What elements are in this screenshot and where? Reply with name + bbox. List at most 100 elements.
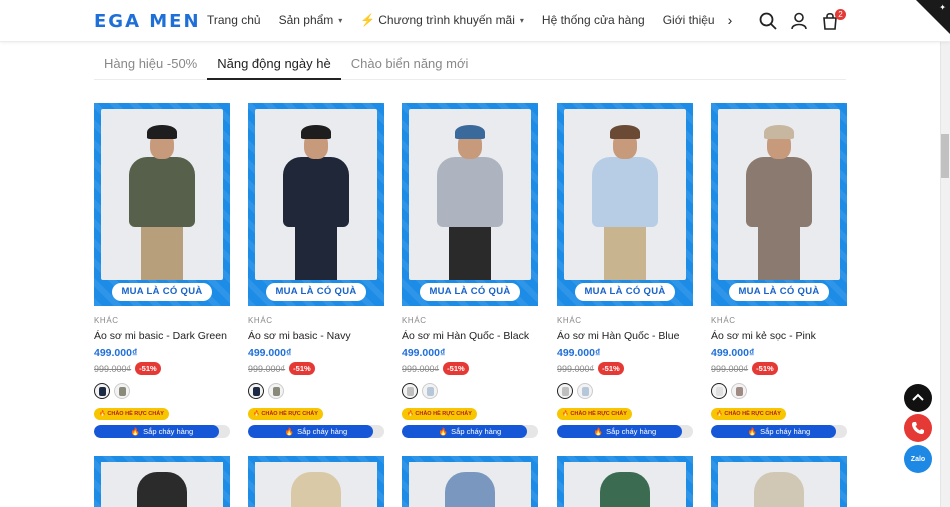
collection-tabs: Hàng hiệu -50% Năng động ngày hè Chào biển… xyxy=(94,42,846,80)
product-figure-shirt xyxy=(437,157,503,227)
product-card[interactable]: MUA LÀ CÓ QUÀ KHÁC Áo sơ mi Hàn Quốc - Blu… xyxy=(557,103,693,438)
tab[interactable]: Năng động ngày hè xyxy=(207,42,341,80)
product-photo xyxy=(255,109,377,280)
brand-logo[interactable]: EGA MEN xyxy=(94,11,201,32)
product-figure-legs xyxy=(758,223,800,280)
phone-button[interactable] xyxy=(904,414,932,442)
color-swatch[interactable] xyxy=(94,383,110,399)
stock-progress-label: 🔥 Sắp cháy hàng xyxy=(248,425,384,438)
scrollbar-thumb[interactable] xyxy=(941,134,949,178)
summer-sale-badge: 🔥 CHÀO HÈ RỰC CHÁY xyxy=(94,408,169,420)
product-figure-shirt xyxy=(283,157,349,227)
product-card[interactable]: MUA LÀ CÓ QUÀ KHÁC Áo sơ mi Hàn Quốc - Bla… xyxy=(402,103,538,438)
stock-progress-bar: 🔥 Sắp cháy hàng xyxy=(94,425,230,438)
search-icon[interactable] xyxy=(758,11,778,31)
color-swatch[interactable] xyxy=(248,383,264,399)
swatch-shirt-icon xyxy=(253,387,260,396)
color-swatch[interactable] xyxy=(114,383,130,399)
nav-item-label: Chương trình khuyến mãi xyxy=(378,13,515,27)
stock-status-text: Sắp cháy hàng xyxy=(143,427,194,436)
product-price: 499.000₫ xyxy=(557,347,601,359)
product-image[interactable]: MUA LÀ CÓ QUÀ xyxy=(402,103,538,306)
nav-next-arrow[interactable]: › xyxy=(720,11,740,31)
product-name[interactable]: Áo sơ mi basic - Navy xyxy=(248,330,384,342)
nav-item[interactable]: Hệ thống cửa hàng xyxy=(542,13,645,27)
phone-icon xyxy=(912,422,924,434)
main-nav: Trang chủ Sản phẩm ▾ ⚡ Chương trình khuyến m… xyxy=(207,13,733,27)
product-photo xyxy=(718,109,840,280)
stock-progress-bar: 🔥 Sắp cháy hàng xyxy=(711,425,847,438)
product-card[interactable] xyxy=(402,456,538,507)
product-price: 499.000₫ xyxy=(94,347,138,359)
scroll-top-button[interactable] xyxy=(904,384,932,412)
price-compare-row: 999.000₫ -51% xyxy=(711,362,847,375)
chevron-down-icon: ▾ xyxy=(338,15,343,25)
swatch-shirt-icon xyxy=(407,387,414,396)
product-image[interactable]: MUA LÀ CÓ QUÀ xyxy=(94,103,230,306)
product-figure-legs xyxy=(604,223,646,280)
product-card[interactable]: MUA LÀ CÓ QUÀ KHÁC Áo sơ mi basic - Dark G… xyxy=(94,103,230,438)
product-name[interactable]: Áo sơ mi Hàn Quốc - Black xyxy=(402,330,538,342)
nav-item[interactable]: Trang chủ xyxy=(207,13,261,27)
stock-progress-bar: 🔥 Sắp cháy hàng xyxy=(557,425,693,438)
user-icon[interactable] xyxy=(789,11,809,31)
product-old-price: 999.000₫ xyxy=(94,363,132,374)
discount-badge: -51% xyxy=(598,362,624,375)
tab[interactable]: Chào biển năng mới xyxy=(341,42,479,80)
price-compare-row: 999.000₫ -51% xyxy=(94,362,230,375)
color-swatches xyxy=(711,383,847,399)
product-photo xyxy=(101,109,223,280)
promo-label: MUA LÀ CÓ QUÀ xyxy=(266,283,366,301)
color-swatches xyxy=(557,383,693,399)
color-swatch[interactable] xyxy=(422,383,438,399)
product-card[interactable]: MUA LÀ CÓ QUÀ KHÁC Áo sơ mi basic - Navy 49… xyxy=(248,103,384,438)
zalo-icon: Zalo xyxy=(910,455,926,463)
product-figure-hat xyxy=(764,125,794,139)
product-name[interactable]: Áo sơ mi basic - Dark Green xyxy=(94,330,230,342)
discount-badge: -51% xyxy=(135,362,161,375)
product-image[interactable]: MUA LÀ CÓ QUÀ xyxy=(248,103,384,306)
product-photo xyxy=(409,462,531,507)
product-name[interactable]: Áo sơ mi kẻ sọc - Pink xyxy=(711,330,847,342)
product-card[interactable] xyxy=(711,456,847,507)
color-swatch[interactable] xyxy=(711,383,727,399)
product-card[interactable] xyxy=(94,456,230,507)
site-header: EGA MEN Trang chủ Sản phẩm ▾ ⚡ Chương trình … xyxy=(0,0,950,42)
page-scrollbar[interactable] xyxy=(940,42,950,507)
product-photo xyxy=(255,462,377,507)
zalo-button[interactable]: Zalo xyxy=(904,445,932,473)
product-photo xyxy=(564,109,686,280)
stock-status-text: Sắp cháy hàng xyxy=(451,427,502,436)
nav-prev-arrow[interactable]: ‹ xyxy=(696,11,716,31)
corner-ribbon-icon: ✦ xyxy=(939,3,946,12)
product-image[interactable]: MUA LÀ CÓ QUÀ xyxy=(711,103,847,306)
tab[interactable]: Hàng hiệu -50% xyxy=(94,42,207,80)
color-swatch[interactable] xyxy=(402,383,418,399)
product-vendor: KHÁC xyxy=(94,316,119,325)
color-swatch[interactable] xyxy=(557,383,573,399)
product-name[interactable]: Áo sơ mi Hàn Quốc - Blue xyxy=(557,330,693,342)
product-card[interactable] xyxy=(557,456,693,507)
stock-status-text: Sắp cháy hàng xyxy=(760,427,811,436)
product-card[interactable] xyxy=(248,456,384,507)
nav-item[interactable]: ⚡ Chương trình khuyến mãi ▾ xyxy=(360,13,524,27)
product-vendor: KHÁC xyxy=(557,316,582,325)
nav-item[interactable]: Sản phẩm ▾ xyxy=(279,13,343,27)
swatch-shirt-icon xyxy=(736,387,743,396)
product-figure-shirt xyxy=(291,472,341,507)
color-swatch[interactable] xyxy=(731,383,747,399)
color-swatch[interactable] xyxy=(268,383,284,399)
product-photo xyxy=(564,462,686,507)
color-swatch[interactable] xyxy=(577,383,593,399)
summer-sale-badge: 🔥 CHÀO HÈ RỰC CHÁY xyxy=(248,408,323,420)
swatch-shirt-icon xyxy=(427,387,434,396)
fire-icon: 🔥 xyxy=(593,427,604,436)
fire-icon: 🔥 xyxy=(438,427,449,436)
product-figure-legs xyxy=(141,223,183,280)
product-image[interactable]: MUA LÀ CÓ QUÀ xyxy=(557,103,693,306)
swatch-shirt-icon xyxy=(273,387,280,396)
stock-progress-bar: 🔥 Sắp cháy hàng xyxy=(248,425,384,438)
swatch-shirt-icon xyxy=(119,387,126,396)
product-figure-shirt xyxy=(129,157,195,227)
product-card[interactable]: MUA LÀ CÓ QUÀ KHÁC Áo sơ mi kẻ sọc - Pink 4… xyxy=(711,103,847,438)
